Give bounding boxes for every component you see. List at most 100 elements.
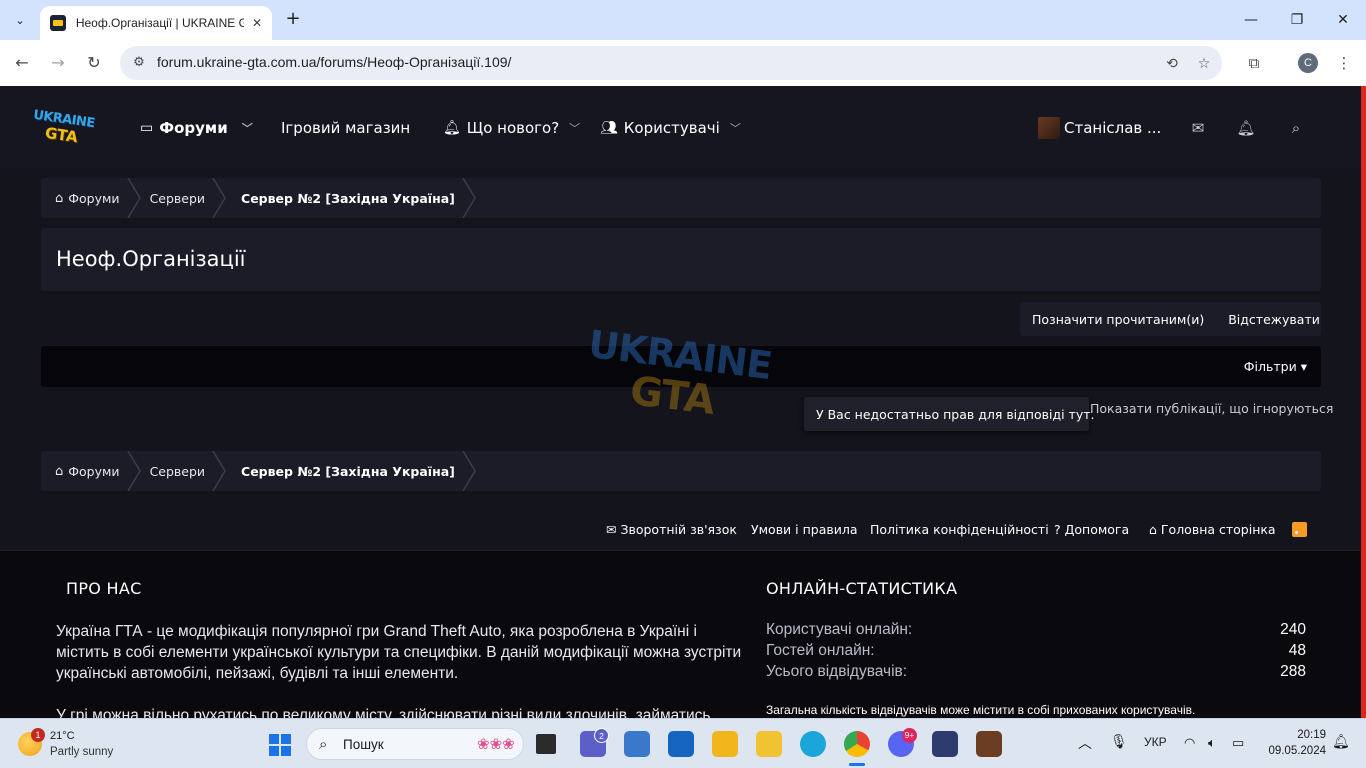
about-paragraph-1: Україна ГТА - це модифікація популярної … bbox=[56, 623, 742, 682]
file-explorer-icon[interactable] bbox=[712, 731, 738, 757]
forward-button[interactable]: → bbox=[46, 51, 70, 75]
battery-icon[interactable]: ▭ bbox=[1232, 735, 1244, 751]
mail-icon[interactable] bbox=[668, 731, 694, 757]
notification-bell-icon[interactable]: 🔔︎ bbox=[1332, 733, 1350, 750]
browser-tab-active[interactable]: Неоф.Організації | UKRAINE GTA ✕ bbox=[40, 6, 272, 40]
show-ignored-link[interactable]: Показати публікації, що ігноруються bbox=[1090, 401, 1333, 416]
breadcrumb-forums[interactable]: ⌂ Форуми bbox=[41, 451, 141, 491]
weather-badge: 1 bbox=[31, 728, 45, 742]
page-scrollbar[interactable] bbox=[1361, 86, 1366, 718]
tab-close-icon[interactable]: ✕ bbox=[252, 16, 262, 30]
weather-description[interactable]: Partly sunny bbox=[50, 746, 113, 758]
chrome-icon[interactable] bbox=[844, 731, 870, 757]
home-icon: ⌂ bbox=[1149, 522, 1161, 537]
weather-temperature[interactable]: 21°C bbox=[50, 730, 75, 742]
chevron-down-icon[interactable]: ﹀ bbox=[569, 120, 580, 136]
translate-icon[interactable]: ⟲ bbox=[1162, 54, 1182, 74]
breadcrumb-forums[interactable]: ⌂ Форуми bbox=[41, 178, 141, 218]
user-menu[interactable]: Станіслав ... bbox=[1038, 116, 1161, 140]
windows-logo-tile bbox=[269, 746, 279, 756]
sticky-app-icon[interactable] bbox=[756, 731, 782, 757]
taskbar-search[interactable]: ⌕ Пошук ❀❀❀ bbox=[306, 728, 524, 760]
breadcrumb-server-2[interactable]: Сервер №2 [Західна Україна] bbox=[219, 178, 476, 218]
stat-label: Користувачі онлайн: bbox=[766, 621, 913, 638]
breadcrumb-servers[interactable]: Сервери bbox=[134, 178, 226, 218]
comment-icon: ▭ bbox=[140, 120, 154, 136]
footer-link-privacy[interactable]: Політика конфіденційності bbox=[870, 522, 1049, 537]
volume-icon[interactable]: 🔈︎ bbox=[1208, 735, 1216, 751]
browser-menu-icon[interactable]: ⋮ bbox=[1332, 51, 1356, 75]
chevron-down-icon[interactable]: ﹀ bbox=[730, 120, 741, 136]
breadcrumb-servers[interactable]: Сервери bbox=[134, 451, 226, 491]
footer-link-label: Головна сторінка bbox=[1160, 522, 1276, 537]
footer-link-help[interactable]: ? Допомога bbox=[1054, 522, 1129, 537]
site-favicon-icon bbox=[50, 15, 66, 31]
footer-link-home[interactable]: ⌂ Головна сторінка bbox=[1149, 522, 1276, 537]
back-button[interactable]: ← bbox=[10, 51, 34, 75]
tray-overflow-chevron-icon[interactable]: ︿ bbox=[1078, 733, 1092, 753]
breadcrumb-label: Форуми bbox=[68, 190, 120, 206]
minimize-button[interactable]: — bbox=[1228, 8, 1274, 32]
filters-dropdown[interactable]: Фільтри ▾ bbox=[1244, 359, 1307, 374]
profile-avatar[interactable]: C bbox=[1298, 53, 1318, 73]
address-url: forum.ukraine-gta.com.ua/forums/Неоф-Орг… bbox=[157, 54, 512, 70]
input-language[interactable]: УКР bbox=[1144, 735, 1167, 749]
discord-badge: 9+ bbox=[902, 728, 917, 743]
filters-label: Фільтри bbox=[1243, 359, 1297, 374]
stats-note: Загальна кількість відвідувачів може міс… bbox=[766, 703, 1196, 717]
reload-button[interactable]: ↻ bbox=[82, 51, 106, 75]
rss-icon[interactable] bbox=[1292, 522, 1307, 537]
footer-link-terms[interactable]: Умови і правила bbox=[751, 522, 858, 537]
breadcrumb: ⌂ Форуми Сервери Сервер №2 [Західна Укра… bbox=[41, 178, 1321, 218]
address-bar[interactable]: ⚙ forum.ukraine-gta.com.ua/forums/Неоф-О… bbox=[120, 46, 1222, 80]
site-footer: ПРО НАС Україна ГТА - це модифікація поп… bbox=[0, 550, 1361, 718]
widgets-app-icon[interactable] bbox=[624, 731, 650, 757]
game-launcher-icon[interactable] bbox=[932, 731, 958, 757]
nav-forums[interactable]: ▭ Форуми ﹀ bbox=[140, 116, 253, 140]
bell-icon[interactable]: 🔔︎ bbox=[1236, 117, 1256, 139]
mark-read-button[interactable]: Позначити прочитаним(и) bbox=[1020, 312, 1216, 327]
edge-icon[interactable] bbox=[800, 731, 826, 757]
site-info-icon[interactable]: ⚙ bbox=[130, 54, 148, 72]
avatar bbox=[1038, 117, 1060, 139]
clock-date[interactable]: 09.05.2024 bbox=[1264, 745, 1326, 757]
stat-label: Усього відвідувачів: bbox=[766, 663, 908, 680]
clock-time[interactable]: 20:19 bbox=[1286, 729, 1326, 741]
bookmark-star-icon[interactable]: ☆ bbox=[1194, 54, 1214, 74]
search-icon[interactable]: ⌕ bbox=[1286, 117, 1306, 139]
nav-shop[interactable]: Ігровий магазин bbox=[281, 116, 410, 140]
web-page: UKRAINE GTA ▭ Форуми ﹀ Ігровий магазин 🔔… bbox=[0, 86, 1366, 718]
user-name: Станіслав ... bbox=[1064, 119, 1162, 137]
game-app-icon[interactable] bbox=[976, 731, 1002, 757]
site-logo[interactable]: UKRAINE GTA bbox=[32, 108, 95, 146]
task-view-icon[interactable] bbox=[536, 734, 556, 754]
question-circle-icon: ? bbox=[1054, 522, 1065, 537]
stat-row-total-visitors: Усього відвідувачів: 288 bbox=[766, 663, 1306, 684]
envelope-icon[interactable]: ✉ bbox=[1188, 117, 1208, 139]
breadcrumb-label: Сервер №2 [Західна Україна] bbox=[241, 463, 455, 479]
stat-row-guests-online: Гостей онлайн: 48 bbox=[766, 642, 1306, 663]
nav-whats-new[interactable]: 🔔︎ Що нового? ﹀ bbox=[443, 116, 580, 140]
close-window-button[interactable]: ✕ bbox=[1320, 8, 1366, 32]
filter-bar: Фільтри ▾ bbox=[41, 346, 1321, 387]
users-icon: 👥︎ bbox=[600, 120, 618, 136]
search-icon: ⌕ bbox=[319, 735, 328, 753]
new-tab-button[interactable]: + bbox=[282, 8, 304, 30]
bell-icon: 🔔︎ bbox=[443, 120, 461, 136]
watch-button[interactable]: Відстежувати bbox=[1216, 312, 1332, 327]
microphone-icon[interactable]: 🎙︎ bbox=[1110, 733, 1128, 750]
tab-search-menu-button[interactable]: ⌄ bbox=[8, 8, 32, 32]
breadcrumb-label: Форуми bbox=[68, 463, 120, 479]
chevron-down-icon[interactable]: ﹀ bbox=[242, 120, 253, 136]
footer-links: ✉ Зворотній зв'язок Умови і правила Полі… bbox=[0, 522, 1361, 544]
breadcrumb-separator-icon bbox=[462, 178, 476, 218]
breadcrumb-label: Сервери bbox=[149, 463, 206, 479]
breadcrumb-server-2[interactable]: Сервер №2 [Західна Україна] bbox=[219, 451, 476, 491]
footer-link-label: Зворотній зв'язок bbox=[620, 522, 737, 537]
wifi-icon[interactable]: ◠ bbox=[1184, 735, 1195, 751]
extensions-icon[interactable]: ⧉ bbox=[1242, 51, 1266, 75]
restore-button[interactable]: ❐ bbox=[1274, 8, 1320, 32]
nav-members[interactable]: 👥︎ Користувачі ﹀ bbox=[600, 116, 741, 140]
start-button[interactable] bbox=[269, 734, 291, 756]
footer-link-contact[interactable]: ✉ Зворотній зв'язок bbox=[606, 522, 737, 537]
